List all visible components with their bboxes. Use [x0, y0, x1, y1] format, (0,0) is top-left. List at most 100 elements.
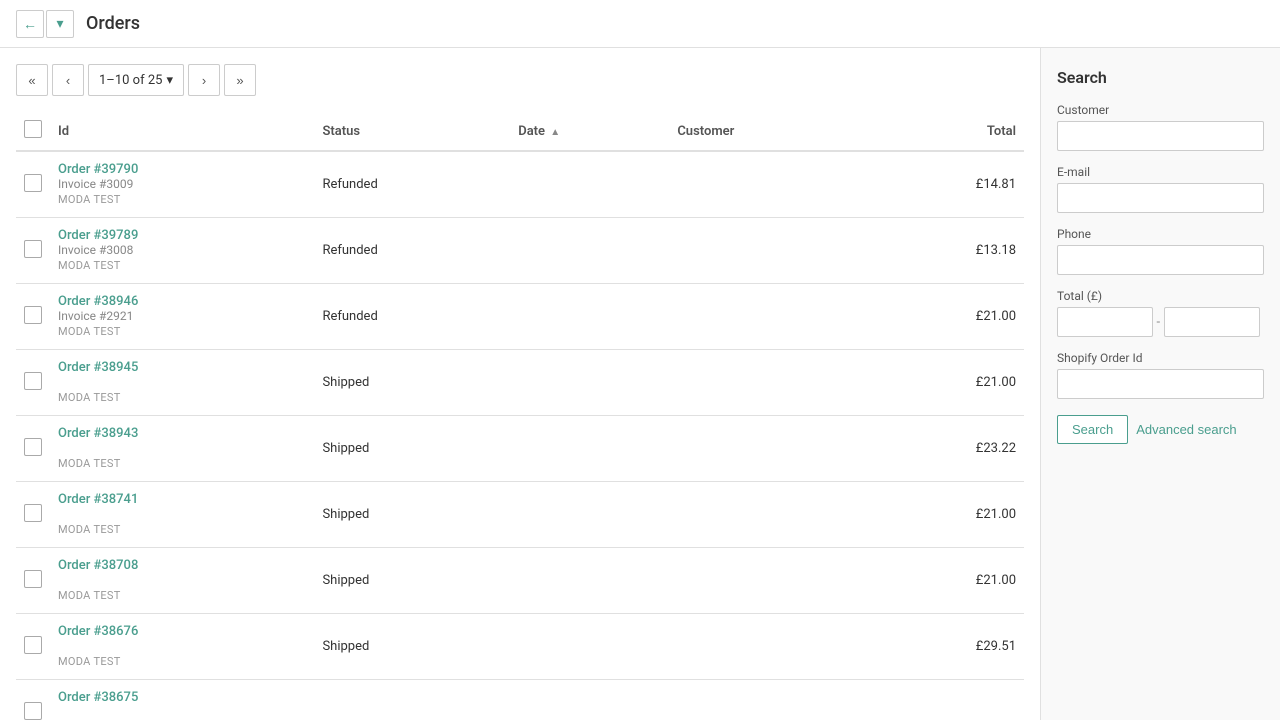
next-page-button[interactable]: ›	[188, 64, 220, 96]
col-header-total: Total	[870, 112, 1024, 151]
order-link[interactable]: Order #38708	[58, 558, 306, 573]
pagination-bar: « ‹ 1–10 of 25 ▾ › »	[16, 64, 1024, 96]
total-label: Total (£)	[1057, 289, 1264, 303]
row-checkbox[interactable]	[24, 570, 42, 588]
total-range: -	[1057, 307, 1264, 337]
order-link[interactable]: Order #38675	[58, 690, 306, 705]
total-cell: £21.00	[870, 482, 1024, 548]
row-checkbox[interactable]	[24, 636, 42, 654]
customer-cell	[669, 284, 869, 350]
customer-cell	[669, 548, 869, 614]
dropdown-nav-button[interactable]: ▾	[46, 10, 74, 38]
email-field-group: E-mail	[1057, 165, 1264, 213]
customer-sub-text: MODA TEST	[58, 655, 121, 668]
date-cell	[510, 680, 669, 720]
range-dropdown-icon: ▾	[166, 73, 173, 88]
order-id-cell: Order #38708MODA TEST	[50, 548, 314, 614]
total-cell: £14.81	[870, 151, 1024, 218]
customer-input[interactable]	[1057, 121, 1264, 151]
total-cell: £21.00	[870, 548, 1024, 614]
customer-sub-text: MODA TEST	[58, 457, 121, 470]
last-page-button[interactable]: »	[224, 64, 256, 96]
table-row: Order #38945MODA TESTShipped£21.00	[16, 350, 1024, 416]
status-cell: Refunded	[314, 151, 510, 218]
row-checkbox[interactable]	[24, 372, 42, 390]
order-link[interactable]: Order #38946	[58, 294, 306, 309]
row-checkbox[interactable]	[24, 306, 42, 324]
total-min-input[interactable]	[1057, 307, 1153, 337]
order-id-cell: Order #38943 MODA TEST	[50, 416, 314, 482]
search-panel-title: Search	[1057, 68, 1264, 87]
row-checkbox[interactable]	[24, 240, 42, 258]
total-max-input[interactable]	[1164, 307, 1260, 337]
date-cell	[510, 350, 669, 416]
row-checkbox[interactable]	[24, 504, 42, 522]
table-row: Order #38946Invoice #2921MODA TESTRefund…	[16, 284, 1024, 350]
date-cell	[510, 151, 669, 218]
invoice-text: Invoice #2921	[58, 309, 133, 323]
email-input[interactable]	[1057, 183, 1264, 213]
customer-sub-text: MODA TEST	[58, 523, 121, 536]
customer-cell	[669, 151, 869, 218]
total-cell	[870, 680, 1024, 720]
status-cell: Shipped	[314, 482, 510, 548]
customer-cell	[669, 218, 869, 284]
page-range-label: 1–10 of 25	[99, 73, 162, 88]
total-cell: £21.00	[870, 350, 1024, 416]
status-cell: Shipped	[314, 614, 510, 680]
orders-table: Id Status Date ▲ Customer Total Order #3…	[16, 112, 1024, 720]
customer-cell	[669, 482, 869, 548]
status-cell: Shipped	[314, 350, 510, 416]
search-button[interactable]: Search	[1057, 415, 1128, 444]
email-label: E-mail	[1057, 165, 1264, 179]
page-range-selector[interactable]: 1–10 of 25 ▾	[88, 64, 184, 96]
col-header-customer: Customer	[669, 112, 869, 151]
date-cell	[510, 548, 669, 614]
back-button[interactable]: ←	[16, 10, 44, 38]
row-checkbox[interactable]	[24, 174, 42, 192]
invoice-text: Invoice #3009	[58, 177, 133, 191]
orders-panel: « ‹ 1–10 of 25 ▾ › » Id Status Date ▲ Cu…	[0, 48, 1040, 720]
invoice-text: Invoice #3008	[58, 243, 133, 257]
prev-page-button[interactable]: ‹	[52, 64, 84, 96]
date-cell	[510, 482, 669, 548]
search-actions: Search Advanced search	[1057, 415, 1264, 444]
customer-cell	[669, 614, 869, 680]
customer-label: Customer	[1057, 103, 1264, 117]
date-cell	[510, 614, 669, 680]
phone-label: Phone	[1057, 227, 1264, 241]
search-panel: Search Customer E-mail Phone Total (£) -…	[1040, 48, 1280, 720]
order-link[interactable]: Order #38945	[58, 360, 306, 375]
col-header-id: Id	[50, 112, 314, 151]
main-content: « ‹ 1–10 of 25 ▾ › » Id Status Date ▲ Cu…	[0, 48, 1280, 720]
order-link[interactable]: Order #39789	[58, 228, 306, 243]
customer-field-group: Customer	[1057, 103, 1264, 151]
page-header: ← ▾ Orders	[0, 0, 1280, 48]
shopify-id-field-group: Shopify Order Id	[1057, 351, 1264, 399]
total-cell: £21.00	[870, 284, 1024, 350]
select-all-checkbox[interactable]	[24, 120, 42, 138]
customer-cell	[669, 416, 869, 482]
total-field-group: Total (£) -	[1057, 289, 1264, 337]
table-row: Order #38676MODA TESTShipped£29.51	[16, 614, 1024, 680]
col-header-date[interactable]: Date ▲	[510, 112, 669, 151]
select-all-col	[16, 112, 50, 151]
phone-input[interactable]	[1057, 245, 1264, 275]
order-link[interactable]: Order #39790	[58, 162, 306, 177]
row-checkbox[interactable]	[24, 438, 42, 456]
status-cell: Refunded	[314, 218, 510, 284]
order-id-cell: Order #38676 MODA TEST	[50, 614, 314, 680]
shopify-id-input[interactable]	[1057, 369, 1264, 399]
status-cell: Shipped	[314, 416, 510, 482]
date-cell	[510, 218, 669, 284]
advanced-search-button[interactable]: Advanced search	[1136, 416, 1236, 443]
order-link[interactable]: Order #38943	[58, 426, 306, 441]
order-link[interactable]: Order #38676	[58, 624, 306, 639]
nav-buttons: ← ▾	[16, 10, 74, 38]
order-id-cell: Order #38946Invoice #2921MODA TEST	[50, 284, 314, 350]
phone-field-group: Phone	[1057, 227, 1264, 275]
row-checkbox[interactable]	[24, 702, 42, 720]
customer-cell	[669, 350, 869, 416]
order-link[interactable]: Order #38741	[58, 492, 306, 507]
first-page-button[interactable]: «	[16, 64, 48, 96]
